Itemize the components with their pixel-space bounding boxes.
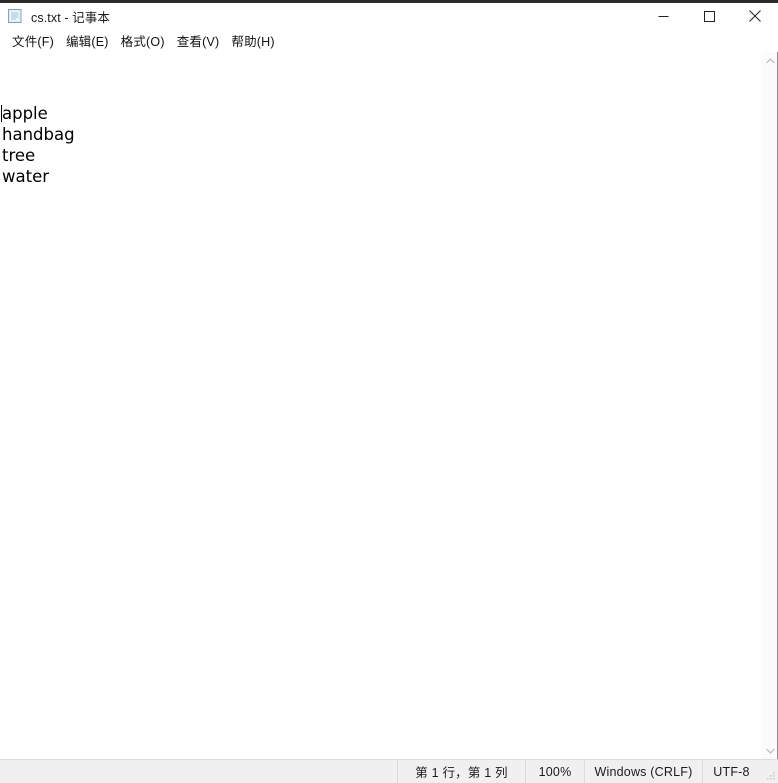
chevron-down-icon[interactable]	[762, 742, 778, 759]
maximize-button[interactable]	[686, 2, 732, 30]
window-title: cs.txt - 记事本	[31, 10, 110, 25]
text-editor[interactable]: apple handbag tree water	[0, 52, 761, 759]
window-controls	[640, 2, 778, 30]
vertical-scrollbar[interactable]	[761, 52, 778, 759]
resize-grip-icon[interactable]	[762, 760, 778, 783]
status-bar-spacer	[0, 760, 397, 783]
document-line: water	[2, 167, 50, 186]
chevron-up-icon[interactable]	[762, 52, 778, 69]
close-button[interactable]	[732, 2, 778, 30]
menu-item-format[interactable]: 格式(O)	[115, 30, 171, 52]
menu-item-file[interactable]: 文件(F)	[6, 30, 60, 52]
window-top-edge	[0, 0, 778, 3]
status-line-column: 第 1 行，第 1 列	[397, 760, 525, 783]
notepad-icon	[7, 8, 23, 24]
editor-area: apple handbag tree water	[0, 51, 778, 759]
document-line: tree	[2, 146, 36, 165]
menu-bar: 文件(F) 编辑(E) 格式(O) 查看(V) 帮助(H)	[0, 30, 778, 51]
menu-item-edit[interactable]: 编辑(E)	[60, 30, 115, 52]
notepad-window: cs.txt - 记事本 文件(F) 编辑(E) 格式(O) 查看(V) 帮助(…	[0, 0, 778, 783]
document-lines: apple handbag tree water	[2, 103, 761, 187]
document-line: handbag	[2, 125, 75, 144]
status-zoom-level[interactable]: 100%	[525, 760, 584, 783]
title-bar[interactable]: cs.txt - 记事本	[0, 0, 778, 30]
status-bar: 第 1 行，第 1 列 100% Windows (CRLF) UTF-8	[0, 759, 778, 783]
document-line: apple	[2, 104, 48, 123]
status-encoding[interactable]: UTF-8	[702, 760, 762, 783]
menu-item-view[interactable]: 查看(V)	[171, 30, 226, 52]
status-line-ending[interactable]: Windows (CRLF)	[584, 760, 702, 783]
scrollbar-track[interactable]	[762, 69, 778, 742]
menu-item-help[interactable]: 帮助(H)	[225, 30, 280, 52]
minimize-button[interactable]	[640, 2, 686, 30]
